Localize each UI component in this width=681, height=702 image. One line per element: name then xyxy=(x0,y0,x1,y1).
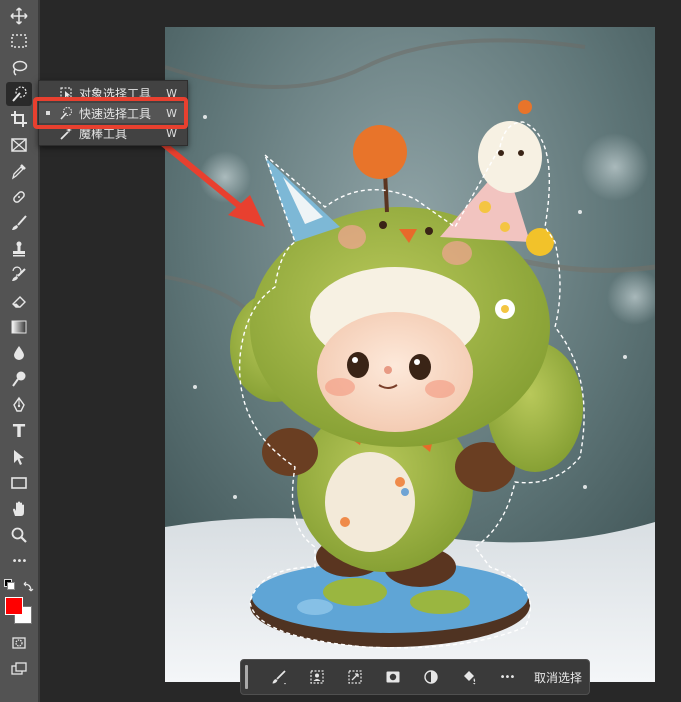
clone-stamp-tool-icon[interactable] xyxy=(6,237,32,261)
hand-tool-icon[interactable] xyxy=(6,497,32,521)
contextual-task-bar: ••• 取消选择 xyxy=(240,659,590,695)
quick-selection-tool-icon[interactable] xyxy=(6,82,32,106)
history-brush-tool-icon[interactable] xyxy=(6,263,32,287)
dodge-tool-icon[interactable] xyxy=(6,367,32,391)
add-mask-button[interactable] xyxy=(374,664,412,690)
quick-mask-icon[interactable] xyxy=(6,631,32,655)
path-selection-tool-icon[interactable] xyxy=(6,445,32,469)
eraser-tool-icon[interactable] xyxy=(6,289,32,313)
brush-settings-button[interactable] xyxy=(260,664,298,690)
default-colors-icon[interactable] xyxy=(4,579,15,590)
blur-tool-icon[interactable] xyxy=(6,341,32,365)
brush-settings-icon xyxy=(272,670,286,685)
fill-button[interactable] xyxy=(450,664,488,690)
healing-brush-tool-icon[interactable] xyxy=(6,185,32,209)
brush-tool-icon[interactable] xyxy=(6,211,32,235)
fill-icon xyxy=(464,671,476,685)
deselect-button[interactable]: 取消选择 xyxy=(534,669,582,686)
screen-mode-icon[interactable] xyxy=(6,657,32,681)
gradient-tool-icon[interactable] xyxy=(6,315,32,339)
frame-tool-icon[interactable] xyxy=(6,133,32,157)
lasso-tool-icon[interactable] xyxy=(6,56,32,80)
annotation-highlight-box xyxy=(33,97,188,129)
more-options-button[interactable]: ••• xyxy=(488,664,526,690)
marquee-tool-icon[interactable] xyxy=(6,29,32,53)
adjustment-button[interactable] xyxy=(412,664,450,690)
type-tool-icon[interactable]: T xyxy=(6,419,32,443)
select-subject-button[interactable] xyxy=(298,664,336,690)
eyedropper-tool-icon[interactable] xyxy=(6,159,32,183)
select-and-mask-button[interactable] xyxy=(336,664,374,690)
select-subject-icon xyxy=(310,670,324,684)
move-tool-icon[interactable] xyxy=(6,4,32,28)
more-icon: ••• xyxy=(499,671,516,683)
zoom-tool-icon[interactable] xyxy=(6,523,32,547)
crop-tool-icon[interactable] xyxy=(6,107,32,131)
foreground-color-swatch[interactable] xyxy=(5,597,23,615)
select-and-mask-icon xyxy=(348,670,362,684)
adjustment-icon xyxy=(424,670,438,684)
rectangle-tool-icon[interactable] xyxy=(6,471,32,495)
swap-colors-icon[interactable] xyxy=(22,578,34,592)
taskbar-grip-handle[interactable] xyxy=(245,665,248,689)
more-tools-icon[interactable]: ••• xyxy=(6,549,32,573)
mask-icon xyxy=(386,671,400,683)
pen-tool-icon[interactable] xyxy=(6,393,32,417)
